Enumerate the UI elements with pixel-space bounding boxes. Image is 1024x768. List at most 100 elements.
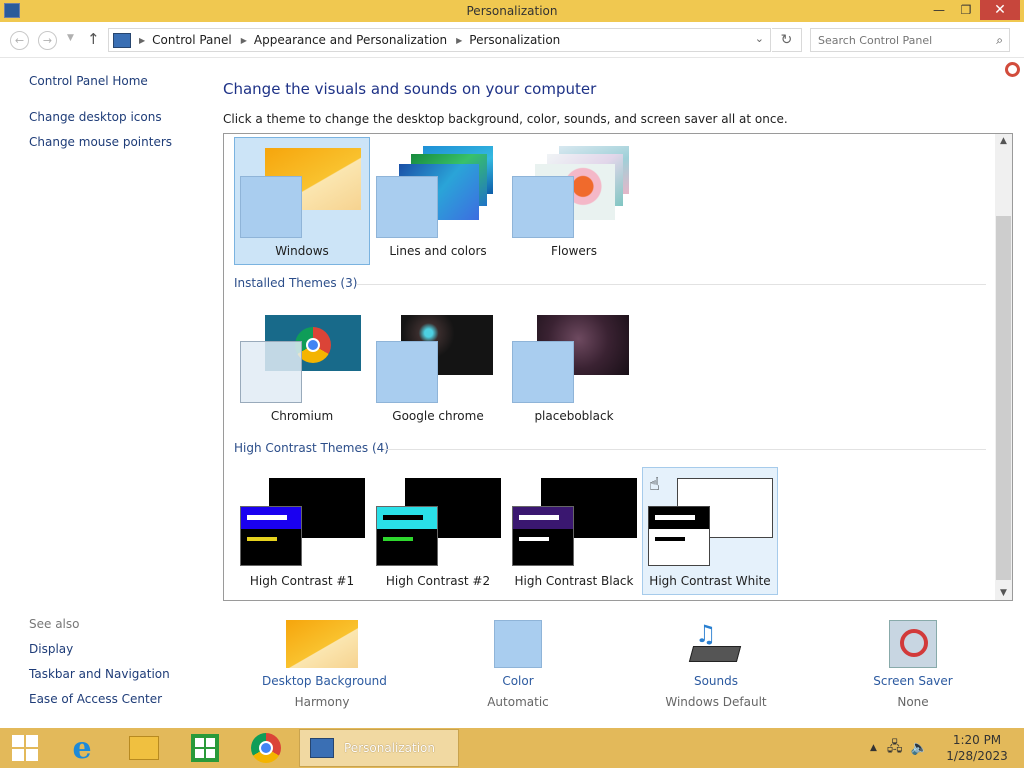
section-divider: [384, 449, 986, 450]
color-option[interactable]: Color Automatic: [468, 620, 568, 709]
scroll-down-button[interactable]: ▼: [995, 588, 1012, 598]
screen-saver-link[interactable]: Screen Saver: [858, 674, 968, 688]
chevron-right-icon[interactable]: ▶: [241, 36, 247, 45]
up-button[interactable]: ↑: [87, 30, 100, 48]
breadcrumb-personalization[interactable]: Personalization: [469, 33, 560, 47]
see-also-title: See also: [29, 617, 80, 631]
navigation-bar: ← → ▼ ↑ ▶ Control Panel ▶ Appearance and…: [0, 22, 1024, 58]
clock-time: 1:20 PM: [952, 733, 1002, 747]
change-desktop-icons-link[interactable]: Change desktop icons: [29, 110, 162, 124]
desktop-background-icon: [286, 620, 358, 668]
help-icon[interactable]: [1005, 62, 1020, 77]
sounds-icon: ♫: [688, 620, 742, 668]
store-button[interactable]: [185, 728, 225, 768]
theme-label: High Contrast Black: [514, 574, 634, 588]
clock[interactable]: 1:20 PM 1/28/2023: [932, 732, 1022, 764]
file-explorer-button[interactable]: [124, 728, 164, 768]
theme-windows[interactable]: Windows: [234, 137, 370, 265]
maximize-button[interactable]: ❐: [953, 0, 979, 20]
title-bar: Personalization — ❐ ✕: [0, 0, 1024, 22]
ease-of-access-link[interactable]: Ease of Access Center: [29, 692, 162, 706]
theme-flowers[interactable]: Flowers: [506, 137, 642, 265]
section-divider: [356, 284, 986, 285]
change-mouse-pointers-link[interactable]: Change mouse pointers: [29, 135, 172, 149]
search-input[interactable]: [818, 33, 978, 47]
sounds-link[interactable]: Sounds: [656, 674, 776, 688]
scroll-up-button[interactable]: ▲: [995, 136, 1012, 146]
color-swatch: [376, 341, 438, 403]
screen-saver-value: None: [897, 695, 929, 709]
system-tray: ▲ 🖧 🔈: [870, 728, 928, 768]
theme-label: High Contrast White: [649, 574, 771, 588]
color-fan-icon: [498, 624, 538, 664]
store-icon: [191, 734, 219, 762]
color-fan-icon: [523, 187, 563, 227]
taskbar: e Personalization ▲ 🖧 🔈 1:20 PM 1/28/202…: [0, 728, 1024, 768]
color-swatch: [512, 341, 574, 403]
theme-chromium[interactable]: Chromium: [234, 302, 370, 430]
breadcrumb-appearance[interactable]: Appearance and Personalization: [254, 33, 447, 47]
show-hidden-icons[interactable]: ▲: [870, 743, 877, 753]
refresh-button[interactable]: ↻: [772, 28, 802, 52]
desktop-background-link[interactable]: Desktop Background: [262, 674, 387, 688]
search-box[interactable]: ⌕: [810, 28, 1010, 52]
start-button[interactable]: [8, 728, 42, 768]
hand-cursor-icon: ☝: [649, 474, 660, 495]
desktop-background-option[interactable]: Desktop Background Harmony: [262, 620, 387, 709]
color-fan-icon: [251, 187, 291, 227]
scroll-thumb[interactable]: [996, 216, 1011, 580]
chevron-right-icon[interactable]: ▶: [139, 36, 145, 45]
theme-label: Chromium: [270, 409, 334, 423]
chevron-down-icon[interactable]: ⌄: [755, 32, 764, 45]
theme-high-contrast-black[interactable]: High Contrast Black: [506, 467, 642, 595]
theme-lines-and-colors[interactable]: Lines and colors: [370, 137, 506, 265]
window-preview: [648, 506, 710, 566]
chrome-icon: [251, 733, 281, 763]
color-value: Automatic: [487, 695, 549, 709]
taskbar-window-label: Personalization: [344, 741, 435, 755]
control-panel-icon[interactable]: [4, 3, 20, 18]
theme-label: Google chrome: [392, 409, 484, 423]
theme-label: High Contrast #2: [385, 574, 491, 588]
color-fan-icon: [523, 352, 563, 392]
search-icon[interactable]: ⌕: [996, 33, 1003, 48]
display-link[interactable]: Display: [29, 642, 73, 656]
forward-button[interactable]: →: [38, 31, 57, 50]
volume-icon[interactable]: 🔈: [911, 740, 928, 756]
theme-label: Windows: [275, 244, 329, 258]
window-preview: [376, 506, 438, 566]
theme-gallery: Windows Lines and colors Flowers Install…: [223, 133, 1013, 601]
internet-explorer-button[interactable]: e: [62, 728, 102, 768]
chevron-right-icon[interactable]: ▶: [456, 36, 462, 45]
gallery-scrollbar[interactable]: ▲ ▼: [995, 134, 1012, 600]
theme-label: High Contrast #1: [249, 574, 355, 588]
close-button[interactable]: ✕: [980, 0, 1020, 20]
chevron-down-icon: ▼: [67, 33, 74, 43]
theme-high-contrast-white[interactable]: High Contrast White ☝: [642, 467, 778, 595]
network-icon[interactable]: 🖧: [887, 736, 903, 760]
theme-google-chrome[interactable]: Google chrome: [370, 302, 506, 430]
taskbar-navigation-link[interactable]: Taskbar and Navigation: [29, 667, 170, 681]
theme-placeboblack[interactable]: placeboblack: [506, 302, 642, 430]
control-panel-home-link[interactable]: Control Panel Home: [29, 74, 148, 88]
screen-saver-icon: [889, 620, 937, 668]
breadcrumb-control-panel[interactable]: Control Panel: [152, 33, 232, 47]
theme-high-contrast-1[interactable]: High Contrast #1: [234, 467, 370, 595]
theme-label: Flowers: [551, 244, 597, 258]
back-button[interactable]: ←: [10, 31, 29, 50]
window-preview: [512, 506, 574, 566]
chrome-button[interactable]: [246, 728, 286, 768]
arrow-right-icon: →: [42, 34, 53, 47]
arrow-up-icon: ↑: [87, 30, 100, 48]
theme-high-contrast-2[interactable]: High Contrast #2: [370, 467, 506, 595]
screen-saver-option[interactable]: Screen Saver None: [858, 620, 968, 709]
color-swatch: [512, 176, 574, 238]
address-bar[interactable]: ▶ Control Panel ▶ Appearance and Persona…: [108, 28, 771, 52]
taskbar-personalization-window[interactable]: Personalization: [299, 729, 459, 767]
recent-locations-dropdown[interactable]: ▼: [67, 33, 74, 43]
sounds-option[interactable]: ♫ Sounds Windows Default: [656, 620, 776, 709]
clock-date: 1/28/2023: [946, 749, 1008, 763]
window-preview: [240, 506, 302, 566]
minimize-button[interactable]: —: [925, 0, 953, 20]
color-link[interactable]: Color: [468, 674, 568, 688]
